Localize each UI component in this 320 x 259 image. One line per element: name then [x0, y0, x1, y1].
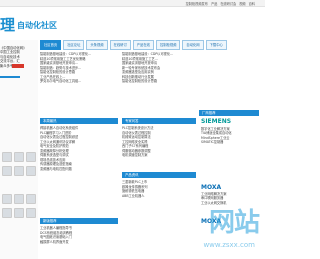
avatar[interactable] [26, 208, 36, 218]
avatar[interactable] [14, 166, 24, 176]
watermark-url: www.zsxx.com [203, 241, 255, 249]
list-item[interactable]: 变频器与电机匹配问题 [40, 167, 118, 172]
siemens-logo[interactable]: SIEMENS [201, 118, 231, 125]
section-header-new[interactable]: 新版推荐 [40, 218, 118, 224]
tab-home[interactable]: 社区首页 [40, 40, 62, 50]
section-header-qa[interactable]: 专家问答 [122, 118, 196, 124]
moxa-logo[interactable]: MOXA [201, 184, 221, 191]
tab-products[interactable]: 产品在线 [132, 40, 154, 50]
avatar[interactable] [14, 194, 24, 204]
list-item[interactable]: SIMATIC控制器 [201, 140, 259, 144]
list-item[interactable]: 触摸屏人机界面开发 [40, 240, 118, 245]
section-header-hot[interactable]: 本周最热 [40, 118, 118, 124]
avatar[interactable] [2, 194, 12, 204]
sidebar-divider [0, 76, 20, 78]
list-item[interactable]: 罗克韦尔电气自动化工具组... [40, 79, 118, 84]
vendor-list: 数字化工业解决方案 TIA博途全集成自动化 MindSphere工业云 SIMA… [201, 127, 259, 145]
tab-forum[interactable]: 社区论坛 [63, 40, 85, 50]
tab-cabinet-video[interactable]: 控制柜视频 [155, 40, 181, 50]
watermark-text: 网站 [208, 208, 260, 238]
left-news-list: 智能制造基地建设：CDP以可视化... 精选10项常用施工工艺优化策略 国家级实… [40, 52, 118, 84]
mid-news-list: 智能制造基地建设：CDP以可视化... 精选10项常用施工工艺... 国家级实训… [122, 52, 196, 84]
tab-video[interactable]: 头条视频 [86, 40, 108, 50]
mid-qa-list: PLC控制系统设计方法 自动化仪表过程控制 机械臂运动控制算法 工控网络安全实践… [122, 126, 196, 158]
avatar[interactable] [26, 166, 36, 176]
section-header-products[interactable]: 产品资讯 [122, 172, 196, 178]
tab-automation[interactable]: 自动化网 [182, 40, 204, 50]
left-new-list: 工业机器人编程指导书 DCS系统组态培训教程 电气图纸识读基础入门 触摸屏人机界… [40, 226, 118, 244]
list-item[interactable]: 智能化控制柜的设计思路 [122, 79, 196, 84]
main-nav: 社区首页 社区论坛 头条视频 在线研讨 产品在线 控制柜视频 自动化网 下载中心 [40, 40, 227, 50]
mid-products-list: 三菱新款PLC上市 欧姆龙传感器系列 施耐德低压电器 ABB工业机器人 [122, 180, 196, 198]
avatar[interactable] [2, 166, 12, 176]
list-item[interactable]: 电机调速控制方案 [122, 153, 196, 158]
login-button[interactable] [12, 64, 24, 68]
avatar[interactable] [2, 152, 12, 162]
avatar[interactable] [2, 208, 12, 218]
avatar[interactable] [26, 194, 36, 204]
section-header-vendors[interactable]: 厂商推荐 [199, 110, 259, 116]
left-hot-list: 焊接机器人自动化系统组件 PLC编程学习入门进阶 自动化仪表及过程控制综述 工业… [40, 126, 118, 171]
list-item[interactable]: ABB工业机器人 [122, 194, 196, 199]
sidebar: 《中国自动化网》 中国工业控制 与自动化技术 交流平台，汇 聚众多专家 [0, 40, 38, 259]
avatar[interactable] [26, 152, 36, 162]
avatar[interactable] [14, 208, 24, 218]
tab-downloads[interactable]: 下载中心 [205, 40, 227, 50]
tab-webinar[interactable]: 在线研讨 [109, 40, 131, 50]
header: 理 自动化社区 [0, 6, 265, 36]
avatar[interactable] [14, 152, 24, 162]
site-logo-subtitle: 自动化社区 [17, 21, 57, 30]
site-logo[interactable]: 理 [0, 14, 15, 35]
